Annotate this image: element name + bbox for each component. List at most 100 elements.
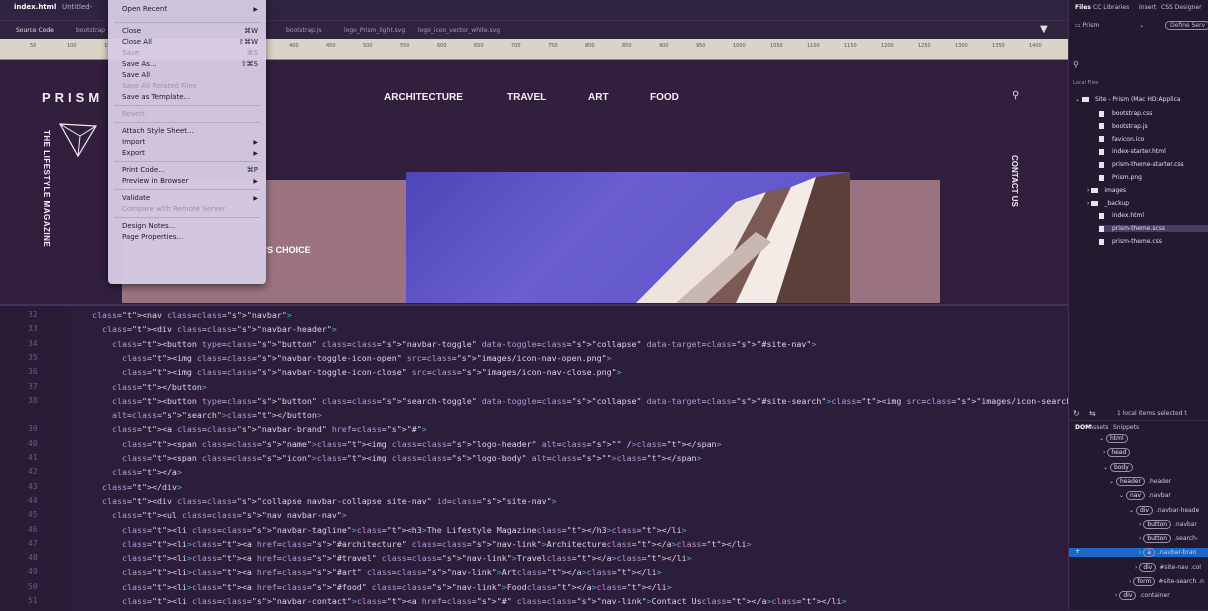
code-line[interactable]: class="t"><span class=class="s">"name">c… <box>92 439 722 449</box>
panel-tab-css-designer[interactable]: CSS Designer <box>1161 4 1202 11</box>
site-select[interactable]: ▭ Prism ⌄ <box>1075 22 1144 29</box>
dom-node[interactable]: › form #site-search .n <box>1129 577 1204 586</box>
file-item[interactable]: prism-theme-starter.css <box>1099 161 1184 168</box>
code-line[interactable]: class="t"><img class=class="s">"navbar-t… <box>92 367 622 377</box>
dom-node[interactable]: ⌄ div .navbar-heade <box>1129 505 1199 515</box>
code-line[interactable]: class="t"><div class=class="s">"navbar-h… <box>92 324 337 334</box>
file-item[interactable]: bootstrap.css <box>1099 110 1152 117</box>
refresh-icon[interactable]: ↻ <box>1073 409 1080 418</box>
panel-tab-snippets[interactable]: Snippets <box>1113 424 1139 431</box>
nav-travel[interactable]: TRAVEL <box>507 92 546 103</box>
menu-item-open-recent[interactable]: Open Recent ▶ <box>108 4 266 15</box>
dom-node[interactable]: › div .container <box>1115 591 1170 601</box>
menu-item-close-all[interactable]: Close All ⇧⌘W <box>108 37 266 48</box>
menu-item-attach-style-sheet[interactable]: Attach Style Sheet... <box>108 126 266 137</box>
dom-node[interactable]: ⌄ body <box>1103 462 1136 472</box>
file-item[interactable]: favicon.ico <box>1099 136 1144 143</box>
search-icon[interactable]: ⚲ <box>1012 90 1019 101</box>
file-item[interactable]: bootstrap.js <box>1099 123 1148 130</box>
file-item[interactable]: Prism.png <box>1099 174 1142 181</box>
code-view[interactable]: 32 33 34 35 36 37 38 39 40 41 42 43 44 45 46 47 48 49 50 51… <box>0 304 1068 611</box>
menu-item-design-notes[interactable]: Design Notes... <box>108 221 266 232</box>
dom-node[interactable]: › a .navbar-bran <box>1069 548 1208 558</box>
panel-tab-assets[interactable]: Assets <box>1089 424 1109 431</box>
code-line[interactable]: class="t"><span class=class="s">"icon">c… <box>92 453 702 463</box>
code-line[interactable]: class="t"><img class=class="s">"navbar-t… <box>92 353 612 363</box>
menu-item-save-all-related-files: Save All Related Files <box>108 81 266 92</box>
dom-node[interactable]: › head <box>1103 448 1133 458</box>
file-name: bootstrap.css <box>1112 110 1153 117</box>
menu-item-label: Page Properties... <box>122 233 184 241</box>
dom-node[interactable]: ⌄ header .header <box>1109 476 1171 486</box>
ruler-tick: 900 <box>659 43 669 49</box>
menu-item-validate[interactable]: Validate ▶ <box>108 193 266 204</box>
code-line[interactable]: class="t"><li class=class="s">"navbar-co… <box>92 596 846 606</box>
ruler-tick: 550 <box>400 43 410 49</box>
code-line[interactable]: class="t"><li>class="t"><a href=class="s… <box>92 567 662 577</box>
define-server-button[interactable]: Define Serv <box>1165 21 1208 30</box>
dom-node[interactable]: ⌄ html <box>1099 434 1131 443</box>
file-item[interactable]: prism-theme.css <box>1099 238 1162 245</box>
add-element-icon[interactable]: + <box>1075 548 1080 555</box>
code-line[interactable]: class="t"><div class=class="s">"collapse… <box>92 496 557 506</box>
filter-icon[interactable]: ▼ <box>1040 24 1048 35</box>
file-icon <box>1099 148 1104 155</box>
chevron-down-icon: ⌄ <box>1139 22 1145 29</box>
file-item[interactable]: index-starter.html <box>1099 148 1166 155</box>
line-number: 41 <box>28 453 38 462</box>
menu-item-print-code[interactable]: Print Code... ⌘P <box>108 165 266 176</box>
menu-item-export[interactable]: Export ▶ <box>108 148 266 159</box>
tab-untitled[interactable]: Untitled- <box>62 3 92 11</box>
file-item[interactable]: index.html <box>1099 212 1144 219</box>
dom-node[interactable]: ⌄ nav .navbar <box>1119 491 1171 501</box>
code-line[interactable]: class="t"><li>class="t"><a href=class="s… <box>92 582 672 592</box>
menu-item-save-as-template[interactable]: Save as Template... <box>108 92 266 103</box>
folder-item[interactable]: › images <box>1087 187 1126 194</box>
file-icon <box>1099 212 1104 219</box>
dom-node[interactable]: › button .search- <box>1139 534 1198 544</box>
panel-tab-files[interactable]: Files <box>1075 4 1091 11</box>
dom-node[interactable]: › button .navbar <box>1139 519 1197 529</box>
menu-item-label: Print Code... <box>122 166 165 174</box>
ruler-tick: 1150 <box>844 43 857 49</box>
menu-item-save-all[interactable]: Save All <box>108 70 266 81</box>
connect-icon[interactable]: ⇆ <box>1089 409 1096 418</box>
related-file[interactable]: logo_icon_vector_white.svg <box>418 27 500 34</box>
code-line[interactable]: class="t"><li>class="t"><a href=class="s… <box>92 539 752 549</box>
nav-art[interactable]: ART <box>588 92 609 103</box>
code-line[interactable]: class="t"><li class=class="s">"navbar-ta… <box>92 525 687 535</box>
folder-item[interactable]: › _backup <box>1087 200 1129 207</box>
contact-us-vertical[interactable]: CONTACT US <box>1010 155 1019 207</box>
search-icon[interactable]: ⚲ <box>1073 60 1079 69</box>
related-file[interactable]: bootstrap.js <box>286 27 322 34</box>
related-file[interactable]: logo_Prism_light.svg <box>344 27 405 34</box>
nav-food[interactable]: FOOD <box>650 92 679 103</box>
menu-item-label: Save <box>122 49 140 57</box>
code-line[interactable]: class="t"><nav class=class="s">"navbar"> <box>92 310 292 320</box>
nav-architecture[interactable]: ARCHITECTURE <box>384 92 463 103</box>
code-line[interactable]: class="t"><button type=class="s">"button… <box>92 396 1068 406</box>
code-line[interactable]: class="t"><li>class="t"><a href=class="s… <box>92 553 692 563</box>
code-line[interactable]: class="t"></div> <box>92 482 182 492</box>
menu-item-close[interactable]: Close ⌘W <box>108 26 266 37</box>
code-line[interactable]: class="t"></a> <box>92 467 182 477</box>
code-line[interactable]: class="t"><button type=class="s">"button… <box>92 339 816 349</box>
dom-node[interactable]: › div #site-nav .col <box>1135 562 1201 572</box>
related-file[interactable]: bootstrap <box>76 27 105 34</box>
tab-index-html[interactable]: index.html <box>14 3 56 11</box>
menu-item-page-properties[interactable]: Page Properties... <box>108 232 266 243</box>
file-item[interactable]: prism-theme.scss <box>1099 225 1208 233</box>
menu-item-preview-in-browser[interactable]: Preview in Browser ▶ <box>108 176 266 187</box>
code-line[interactable]: alt=class="s">"search">class="t"></butto… <box>92 410 322 420</box>
menu-item-save-as[interactable]: Save As... ⇧⌘S <box>108 59 266 70</box>
site-root-item[interactable]: ⌄ Site - Prism (Mac HD:Applica <box>1075 96 1181 103</box>
panel-tab-cc-libraries[interactable]: CC Libraries <box>1093 4 1129 11</box>
code-line[interactable]: class="t"></button> <box>92 382 207 392</box>
code-line[interactable]: class="t"><a class=class="s">"navbar-bra… <box>92 424 427 434</box>
panel-tab-insert[interactable]: Insert <box>1139 4 1156 11</box>
source-code-button[interactable]: Source Code <box>16 27 54 34</box>
menu-item-import[interactable]: Import ▶ <box>108 137 266 148</box>
code-line[interactable]: class="t"><ul class=class="s">"nav navba… <box>92 510 347 520</box>
ruler-tick: 800 <box>585 43 595 49</box>
menu-shortcut: ⇧⌘W <box>238 38 258 46</box>
